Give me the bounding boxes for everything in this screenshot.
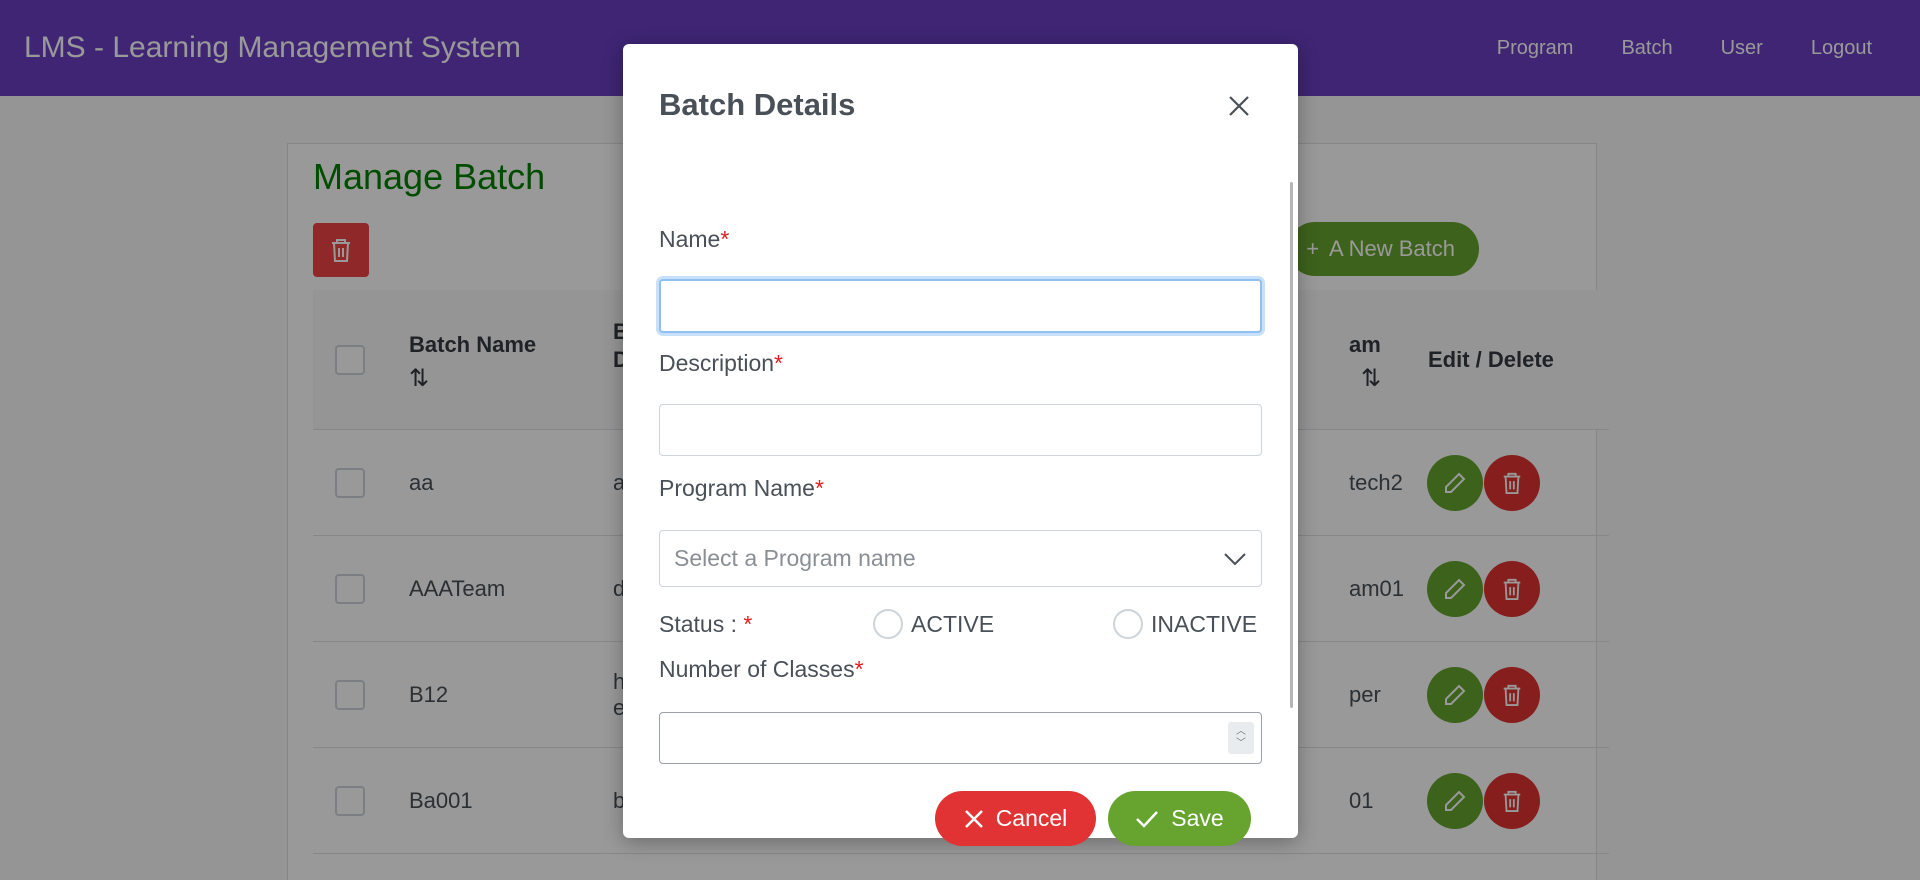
status-label-text: Status :: [659, 611, 744, 637]
check-icon: [1136, 810, 1159, 828]
close-icon: [1229, 96, 1249, 116]
required-marker: *: [854, 656, 864, 682]
description-label: Description*: [659, 350, 783, 377]
number-of-classes-label: Number of Classes*: [659, 656, 864, 683]
description-label-text: Description: [659, 350, 775, 376]
save-button[interactable]: Save: [1108, 791, 1251, 846]
batch-details-dialog: Batch Details Name* Description* Program…: [623, 44, 1298, 846]
save-label: Save: [1171, 805, 1224, 831]
status-inactive-label: INACTIVE: [1151, 610, 1258, 637]
required-marker: *: [774, 350, 783, 376]
status-active-radio[interactable]: ACTIVE: [873, 609, 994, 639]
close-icon: [964, 809, 983, 828]
status-active-label: ACTIVE: [911, 610, 995, 637]
program-name-label: Program Name*: [659, 475, 824, 502]
program-name-select[interactable]: Select a Program name: [659, 530, 1262, 587]
cancel-button[interactable]: Cancel: [935, 791, 1096, 846]
dialog-scrollbar[interactable]: [1290, 182, 1293, 708]
status-inactive-radio[interactable]: INACTIVE: [1113, 609, 1257, 639]
chevron-down-icon[interactable]: ﹀: [1236, 738, 1246, 750]
dialog-title: Batch Details: [659, 87, 856, 122]
chevron-up-icon[interactable]: ︿: [1236, 726, 1246, 738]
program-select-placeholder: Select a Program name: [674, 545, 916, 571]
number-of-classes-wrapper: ︿ ﹀: [659, 712, 1262, 764]
radio-circle[interactable]: [1113, 609, 1143, 639]
number-of-classes-input[interactable]: [659, 712, 1262, 764]
name-input[interactable]: [659, 279, 1262, 333]
close-button[interactable]: [1219, 86, 1259, 126]
required-marker: *: [720, 226, 730, 252]
cancel-label: Cancel: [995, 805, 1068, 831]
required-marker: *: [743, 611, 753, 637]
classes-label-text: Number of Classes: [659, 656, 855, 682]
status-label: Status : *: [659, 611, 752, 638]
name-label: Name*: [659, 226, 729, 253]
required-marker: *: [814, 475, 824, 501]
program-name-label-text: Program Name: [659, 475, 815, 501]
radio-circle[interactable]: [873, 609, 903, 639]
name-label-text: Name: [659, 226, 721, 252]
description-input[interactable]: [659, 404, 1262, 456]
number-spinner[interactable]: ︿ ﹀: [1228, 722, 1254, 754]
chevron-down-icon: [1224, 552, 1246, 565]
